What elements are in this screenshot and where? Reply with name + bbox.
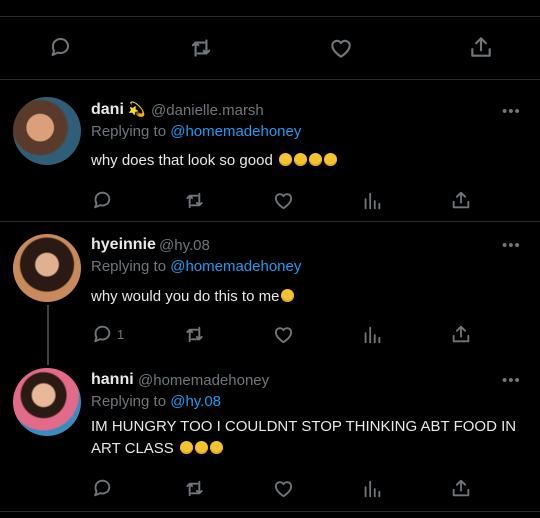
more-options-icon[interactable]: •••: [502, 238, 521, 253]
reply-icon[interactable]: [91, 323, 113, 345]
avatar[interactable]: [13, 368, 81, 436]
display-name[interactable]: hyeinnie: [91, 236, 156, 254]
heart-icon[interactable]: [328, 35, 354, 61]
mention-link[interactable]: @homemadehoney: [170, 258, 301, 275]
retweet-icon[interactable]: [183, 477, 206, 500]
reply-count: 1: [117, 327, 125, 342]
bar-chart-icon[interactable]: [361, 478, 383, 500]
avatar[interactable]: [13, 234, 81, 302]
divider: [0, 221, 540, 222]
heart-icon[interactable]: [272, 477, 295, 500]
reply-icon[interactable]: [91, 189, 113, 211]
mention-link[interactable]: @homemadehoney: [170, 123, 301, 140]
retweet-icon[interactable]: [188, 35, 214, 61]
retweet-icon[interactable]: [183, 323, 206, 346]
display-name[interactable]: dani 💫: [91, 101, 146, 119]
user-handle[interactable]: @danielle.marsh: [151, 102, 264, 119]
tweet-text: why would you do this to me: [91, 286, 521, 308]
bar-chart-icon[interactable]: [361, 190, 383, 212]
reply-icon[interactable]: [91, 477, 113, 499]
avatar[interactable]: [13, 97, 81, 165]
share-upload-icon[interactable]: [468, 34, 494, 60]
user-handle[interactable]: @hy.08: [159, 237, 210, 254]
tweet-text: why does that look so good: [91, 150, 521, 172]
replying-to: Replying to @hy.08: [91, 393, 222, 410]
share-upload-icon[interactable]: [450, 323, 472, 345]
badge-emoji: 💫: [128, 101, 146, 117]
display-name[interactable]: hanni: [91, 371, 134, 389]
divider: [0, 79, 540, 80]
replying-to: Replying to @homemadehoney: [91, 258, 302, 275]
share-upload-icon[interactable]: [450, 189, 472, 211]
more-options-icon[interactable]: •••: [502, 104, 521, 119]
heart-icon[interactable]: [272, 189, 295, 212]
reply-icon[interactable]: [48, 35, 72, 59]
bar-chart-icon[interactable]: [361, 324, 383, 346]
divider: [0, 511, 540, 512]
retweet-icon[interactable]: [183, 189, 206, 212]
share-upload-icon[interactable]: [450, 477, 472, 499]
top-divider: [0, 16, 540, 17]
more-options-icon[interactable]: •••: [502, 373, 521, 388]
replying-to: Replying to @homemadehoney: [91, 123, 302, 140]
user-handle[interactable]: @homemadehoney: [138, 372, 269, 389]
mention-link[interactable]: @hy.08: [170, 393, 221, 410]
heart-icon[interactable]: [272, 323, 295, 346]
tweet-text: IM HUNGRY TOO I COULDNT STOP THINKING AB…: [91, 418, 517, 457]
thread-line: [47, 305, 49, 365]
